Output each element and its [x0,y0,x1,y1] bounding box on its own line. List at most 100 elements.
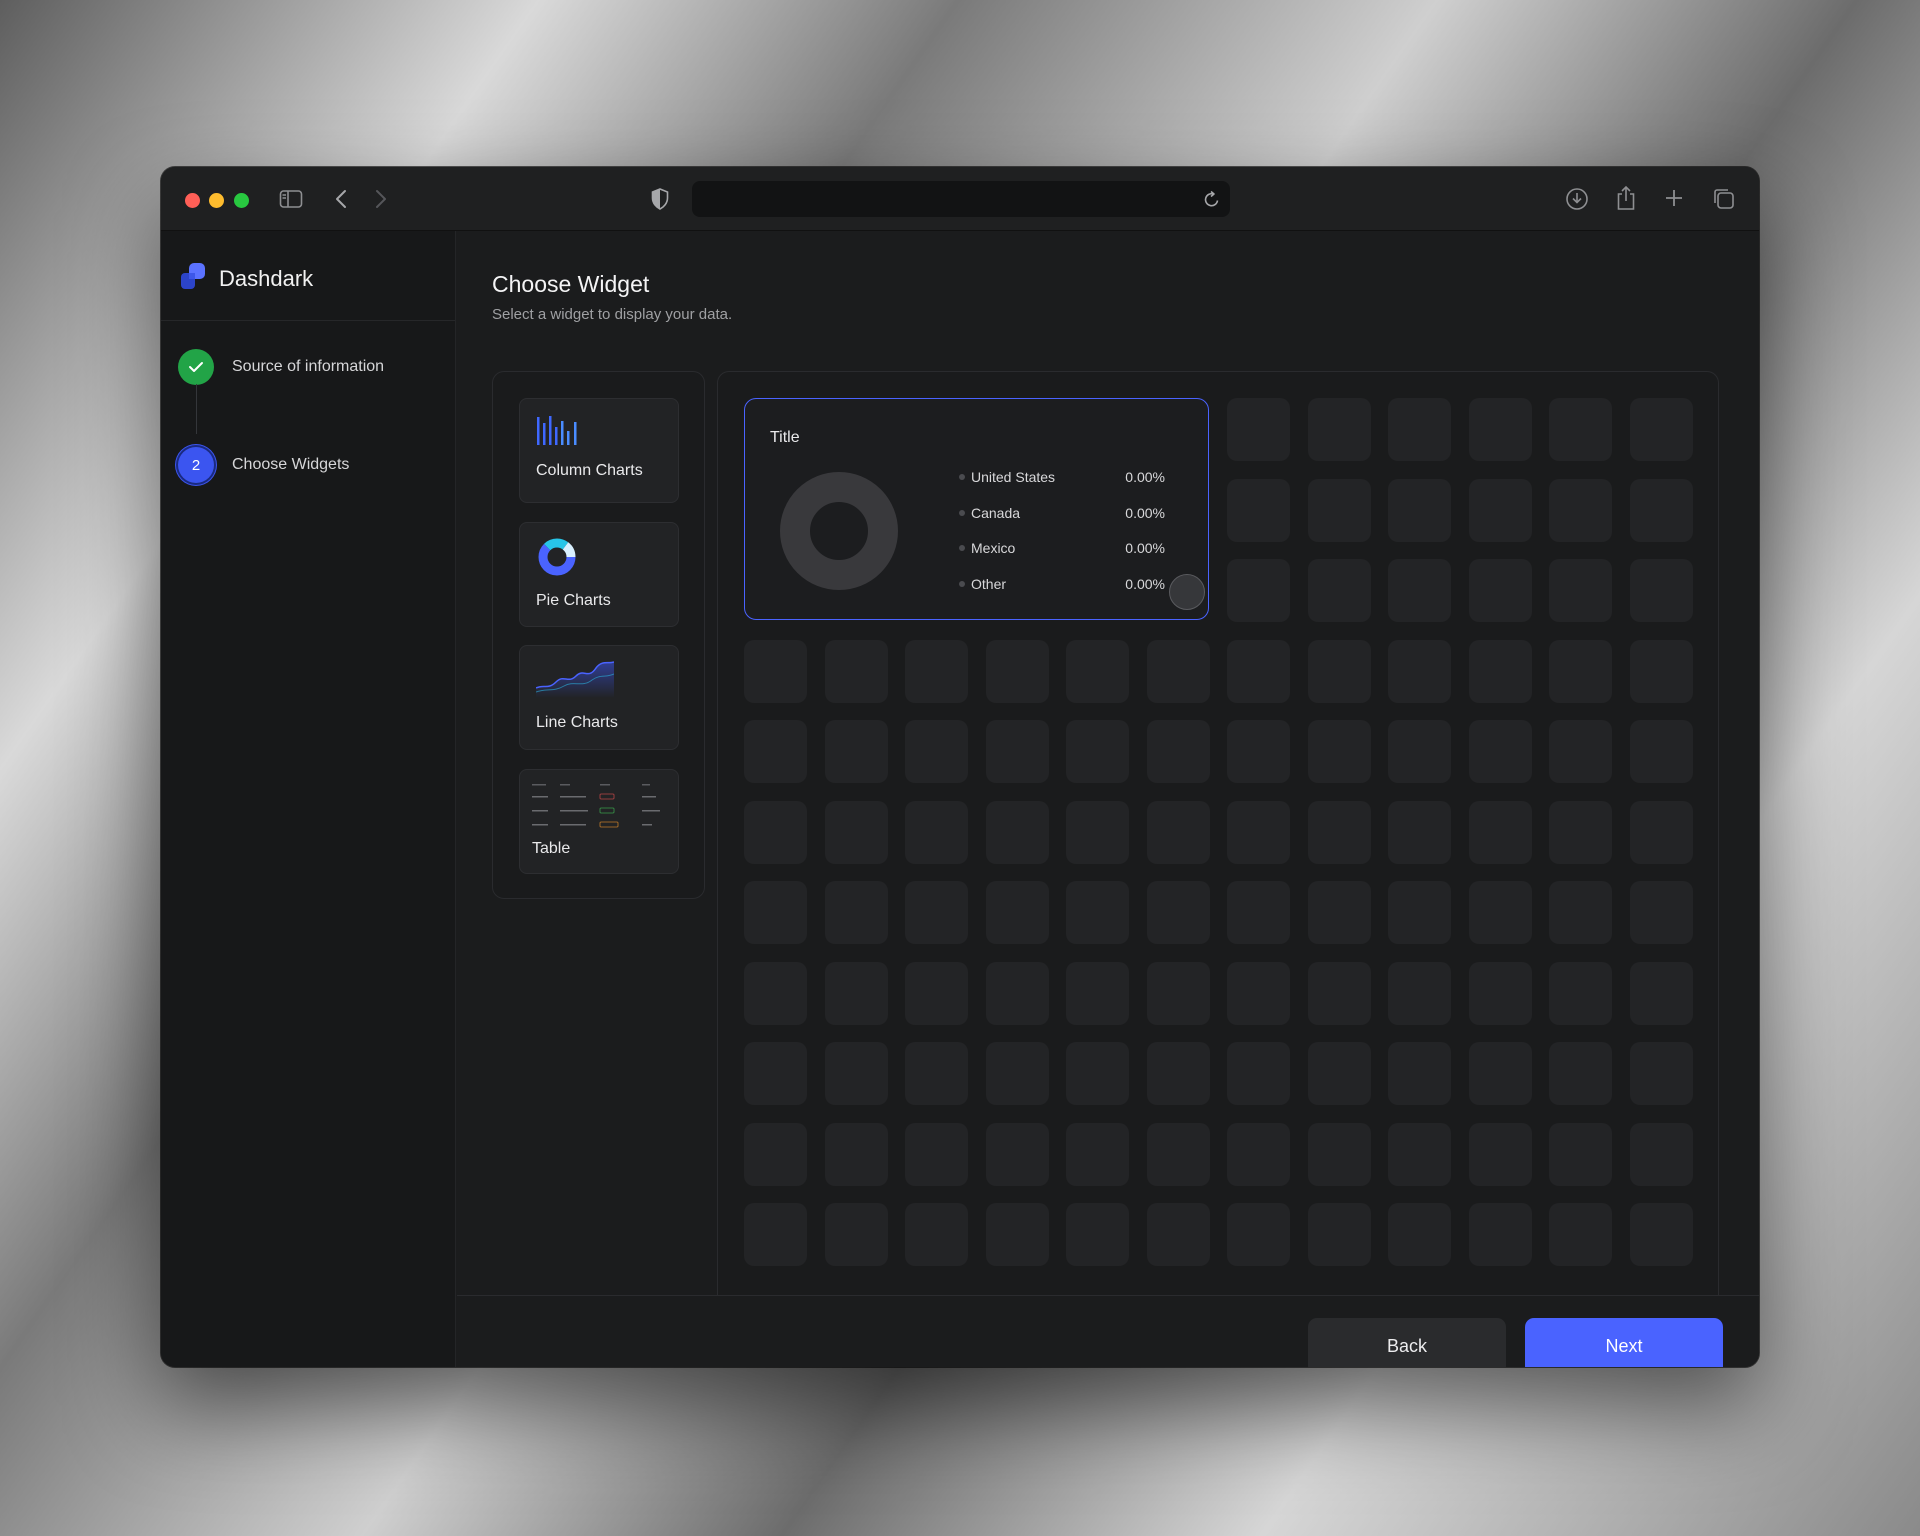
grid-cell[interactable] [1468,881,1532,944]
grid-cell[interactable] [1388,639,1451,703]
grid-cell[interactable] [1307,639,1371,703]
grid-cell[interactable] [1388,559,1451,622]
widget-resize-handle[interactable] [1169,574,1205,610]
grid-cell[interactable] [1468,720,1532,783]
grid-cell[interactable] [1549,478,1612,542]
widget-option-table[interactable]: Table [519,769,679,874]
grid-cell[interactable] [1066,1203,1129,1266]
grid-cell[interactable] [905,639,968,703]
grid-cell[interactable] [824,1203,888,1266]
grid-cell[interactable] [1468,1042,1532,1105]
grid-cell[interactable] [824,800,888,864]
grid-cell[interactable] [1468,1203,1532,1266]
grid-cell[interactable] [1549,720,1612,783]
grid-cell[interactable] [824,639,888,703]
grid-cell[interactable] [1629,881,1693,944]
grid-cell[interactable] [744,1122,807,1186]
grid-cell[interactable] [1146,720,1210,783]
grid-cell[interactable] [1146,961,1210,1025]
grid-cell[interactable] [1549,398,1612,461]
grid-cell[interactable] [744,881,807,944]
grid-cell[interactable] [1227,478,1290,542]
grid-cell[interactable] [1629,800,1693,864]
grid-cell[interactable] [905,961,968,1025]
widget-canvas[interactable]: Title United States 0.00% Canada 0.00% M… [717,371,1719,1295]
grid-cell[interactable] [1388,1042,1451,1105]
grid-cell[interactable] [1227,1122,1290,1186]
download-icon[interactable] [1564,186,1590,212]
grid-cell[interactable] [985,1122,1049,1186]
grid-cell[interactable] [1468,961,1532,1025]
grid-cell[interactable] [1629,639,1693,703]
grid-cell[interactable] [905,720,968,783]
grid-cell[interactable] [1146,881,1210,944]
privacy-shield-icon[interactable] [649,187,671,211]
grid-cell[interactable] [1066,1122,1129,1186]
tab-overview-icon[interactable] [1711,186,1737,212]
grid-cell[interactable] [1468,559,1532,622]
grid-cell[interactable] [1227,1042,1290,1105]
grid-cell[interactable] [1549,1042,1612,1105]
grid-cell[interactable] [1549,961,1612,1025]
grid-cell[interactable] [1629,478,1693,542]
grid-cell[interactable] [1227,1203,1290,1266]
share-icon[interactable] [1613,184,1639,212]
grid-cell[interactable] [1629,720,1693,783]
grid-cell[interactable] [744,800,807,864]
forward-arrow-icon[interactable] [371,187,391,211]
grid-cell[interactable] [1227,559,1290,622]
widget-option-line-charts[interactable]: Line Charts [519,645,679,750]
grid-cell[interactable] [1549,800,1612,864]
grid-cell[interactable] [1468,1122,1532,1186]
grid-cell[interactable] [1629,1042,1693,1105]
grid-cell[interactable] [1146,639,1210,703]
grid-cell[interactable] [1227,720,1290,783]
grid-cell[interactable] [1066,1042,1129,1105]
grid-cell[interactable] [1388,961,1451,1025]
grid-cell[interactable] [1146,1122,1210,1186]
grid-cell[interactable] [1388,398,1451,461]
step-source-of-information[interactable]: Source of information [178,349,384,385]
grid-cell[interactable] [824,720,888,783]
grid-cell[interactable] [1307,478,1371,542]
grid-cell[interactable] [744,1042,807,1105]
grid-cell[interactable] [985,800,1049,864]
grid-cell[interactable] [905,800,968,864]
back-button[interactable]: Back [1308,1318,1506,1367]
grid-cell[interactable] [1388,478,1451,542]
widget-option-pie-charts[interactable]: Pie Charts [519,522,679,627]
grid-cell[interactable] [1307,800,1371,864]
grid-cell[interactable] [985,1042,1049,1105]
grid-cell[interactable] [1549,1122,1612,1186]
grid-cell[interactable] [1307,881,1371,944]
grid-cell[interactable] [1468,478,1532,542]
grid-cell[interactable] [985,639,1049,703]
grid-cell[interactable] [1629,1122,1693,1186]
grid-cell[interactable] [1388,1203,1451,1266]
grid-cell[interactable] [1307,1042,1371,1105]
selected-widget-pie[interactable]: Title United States 0.00% Canada 0.00% M… [744,398,1209,620]
grid-cell[interactable] [1388,720,1451,783]
step-choose-widgets[interactable]: 2 Choose Widgets [178,447,349,483]
grid-cell[interactable] [905,881,968,944]
next-button[interactable]: Next [1525,1318,1723,1367]
grid-cell[interactable] [1227,881,1290,944]
grid-cell[interactable] [1549,1203,1612,1266]
grid-cell[interactable] [1307,961,1371,1025]
widget-option-column-charts[interactable]: Column Charts [519,398,679,503]
grid-cell[interactable] [744,720,807,783]
maximize-window-button[interactable] [234,193,249,208]
grid-cell[interactable] [1549,559,1612,622]
close-window-button[interactable] [185,193,200,208]
grid-cell[interactable] [905,1203,968,1266]
grid-cell[interactable] [1227,961,1290,1025]
grid-cell[interactable] [1629,1203,1693,1266]
grid-cell[interactable] [985,881,1049,944]
grid-cell[interactable] [1307,398,1371,461]
grid-cell[interactable] [985,1203,1049,1266]
grid-cell[interactable] [1146,800,1210,864]
grid-cell[interactable] [1549,639,1612,703]
grid-cell[interactable] [1227,800,1290,864]
grid-cell[interactable] [1629,559,1693,622]
grid-cell[interactable] [985,961,1049,1025]
